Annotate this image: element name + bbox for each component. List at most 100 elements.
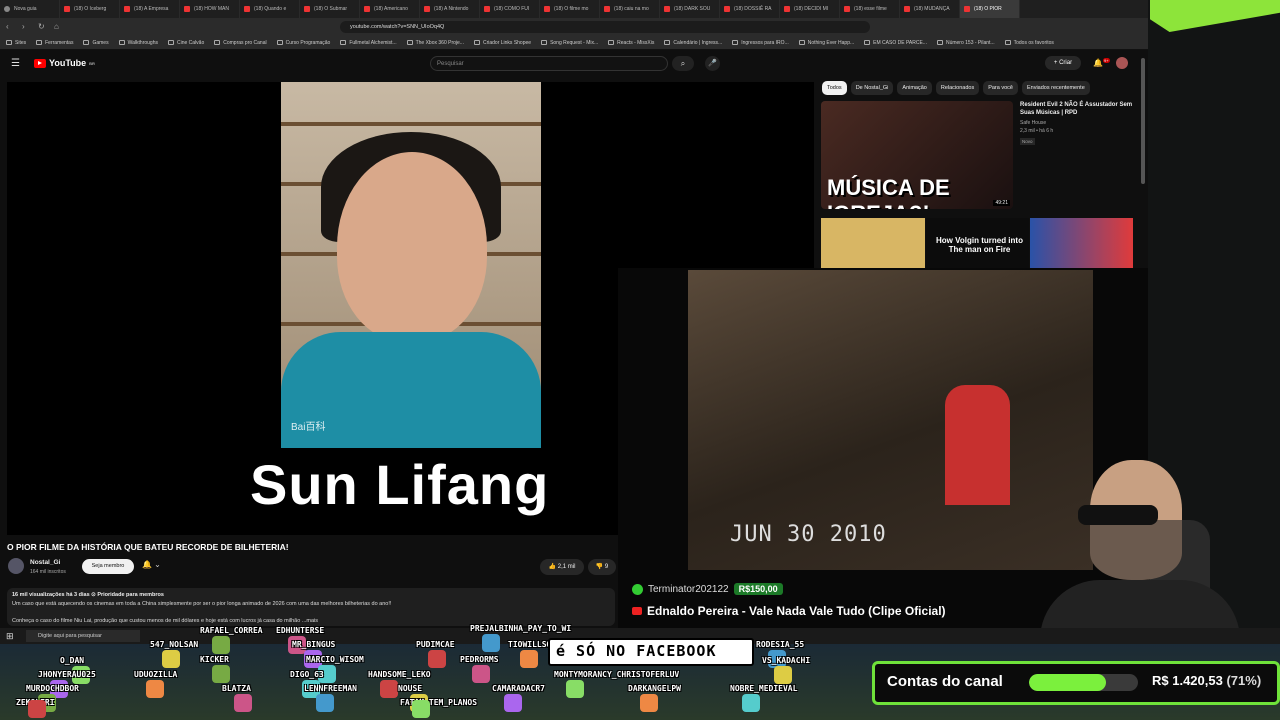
dislike-button[interactable]: 👎 9 <box>588 559 616 575</box>
browser-tab[interactable]: (18) MUDANÇA <box>900 0 960 18</box>
recommended-title-1[interactable]: Resident Evil 2 NÃO É Assustador Sem Sua… <box>1020 101 1138 117</box>
youtube-icon <box>632 607 642 615</box>
chat-nickname: O_DAN <box>60 656 85 665</box>
folder-icon <box>36 40 43 45</box>
filter-chip[interactable]: Todos <box>822 81 847 95</box>
hamburger-menu-icon[interactable]: ☰ <box>11 58 20 69</box>
chat-avatar-sprite <box>380 680 398 698</box>
page-scrollbar[interactable] <box>1141 58 1145 184</box>
browser-tab[interactable]: (18) HOW MAN <box>180 0 240 18</box>
filter-chip[interactable]: Animação <box>897 81 932 95</box>
like-button[interactable]: 👍 2,1 mil <box>540 559 584 575</box>
chat-nickname: PEDRORMS <box>460 655 499 664</box>
bookmark-item[interactable]: Número 153 - Pilant... <box>936 40 995 46</box>
recommended-thumbnail-4[interactable] <box>1030 218 1133 270</box>
join-button[interactable]: Seja membro <box>82 559 134 574</box>
folder-icon <box>1004 40 1011 45</box>
clip-date-stamp: JUN 30 2010 <box>730 522 887 547</box>
bookmark-item[interactable]: Ferramentas <box>36 40 73 46</box>
bookmark-label: EM CASO DE PARCE... <box>873 39 927 46</box>
reload-icon[interactable]: ↻ <box>38 23 46 31</box>
bookmark-item[interactable]: Calendário | Ingress... <box>664 40 722 46</box>
browser-tab[interactable]: (18) Quando e <box>240 0 300 18</box>
chat-avatar-sprite <box>472 665 490 683</box>
song-title: Ednaldo Pereira - Vale Nada Vale Tudo (C… <box>647 604 946 618</box>
browser-tab[interactable]: (18) O filme mo <box>540 0 600 18</box>
browser-tab[interactable]: (18) DOSSIÊ RA <box>720 0 780 18</box>
back-icon[interactable]: ‹ <box>6 23 14 31</box>
account-avatar[interactable] <box>1116 57 1128 69</box>
browser-tab[interactable]: (18) O Submar <box>300 0 360 18</box>
browser-tab[interactable]: (18) A Nintendo <box>420 0 480 18</box>
notifications-bell-icon[interactable]: 🔔9+ <box>1093 58 1110 68</box>
channel-name[interactable]: Nostal_Gi <box>30 559 60 566</box>
subscribe-bell-icon[interactable]: 🔔 ⌄ <box>142 560 161 569</box>
windows-start-icon[interactable]: ⊞ <box>6 631 14 642</box>
browser-tab[interactable]: (18) caiu na mo <box>600 0 660 18</box>
bookmark-item[interactable]: Ingressos para IRO... <box>732 40 789 46</box>
tab-favicon-icon <box>424 6 430 12</box>
filter-chip[interactable]: De Nostal_Gi <box>850 81 894 95</box>
bookmark-label: Song Request - Mix... <box>550 39 599 46</box>
youtube-logo[interactable]: YouTube BR <box>34 58 95 68</box>
bookmark-item[interactable]: Reacts - MissXis <box>608 40 654 46</box>
channel-subscribers: 164 mil inscritos <box>30 569 66 575</box>
browser-tab[interactable]: (18) A Empresa <box>120 0 180 18</box>
bookmark-item[interactable]: Song Request - Mix... <box>541 40 598 46</box>
bookmark-item[interactable]: Curso Programação <box>276 40 330 46</box>
browser-tab[interactable]: (18) COMO FUI <box>480 0 540 18</box>
folder-icon <box>936 40 943 45</box>
browser-tab[interactable]: (18) Americano <box>360 0 420 18</box>
chat-nickname: EDHUNTERSE <box>276 626 325 635</box>
filter-chip[interactable]: Enviados recentemente <box>1021 81 1090 95</box>
folder-icon <box>732 40 739 45</box>
folder-icon <box>473 40 480 45</box>
bookmark-item[interactable]: Sites <box>6 40 26 46</box>
browser-tab[interactable]: (18) O PIOR <box>960 0 1020 18</box>
recommended-thumbnail-3[interactable]: How Volgin turned into The man on Fire <box>926 218 1029 270</box>
bookmark-item[interactable]: Walkthroughs <box>118 40 158 46</box>
bookmark-item[interactable]: The Xbox 360 Proje... <box>406 40 464 46</box>
tab-favicon-icon <box>64 6 70 12</box>
bookmark-item[interactable]: EM CASO DE PARCE... <box>864 40 927 46</box>
url-field[interactable]: youtube.com/watch?v=SNN_UIoOq4Q <box>340 21 870 33</box>
home-icon[interactable]: ⌂ <box>54 23 62 31</box>
chat-nickname: HANDSOME_LEKO <box>368 670 431 679</box>
bookmark-label: Nothing Ever Happ... <box>807 39 855 46</box>
forward-icon[interactable]: › <box>22 23 30 31</box>
chat-nickname: MONTYMORANCY_CHRISTOFERLUV <box>554 670 680 679</box>
recommended-thumbnail-1[interactable]: MÚSICA DE IGREJA?! 49:21 <box>821 101 1013 209</box>
browser-tab[interactable]: Nova guia <box>0 0 60 18</box>
chat-avatar-sprite <box>162 650 180 668</box>
tab-favicon-icon <box>904 6 910 12</box>
bookmark-item[interactable]: Cine Calvão <box>167 40 204 46</box>
bookmark-item[interactable]: Games <box>83 40 109 46</box>
filter-chip[interactable]: Para você <box>983 81 1018 95</box>
create-button[interactable]: + Criar <box>1045 56 1081 70</box>
bookmark-item[interactable]: Nothing Ever Happ... <box>798 39 855 46</box>
tab-favicon-icon <box>364 6 370 12</box>
recommended-channel-1[interactable]: Safe House <box>1020 120 1046 126</box>
microphone-icon[interactable]: 🎤 <box>705 56 720 71</box>
browser-tab[interactable]: (18) esse filme <box>840 0 900 18</box>
tab-label: (18) A Nintendo <box>434 6 469 12</box>
bookmark-label: Sites <box>15 39 27 46</box>
youtube-play-icon <box>34 58 46 68</box>
bookmark-item[interactable]: Compras pro Canal <box>214 40 267 46</box>
tab-favicon-icon <box>724 6 730 12</box>
recommended-thumbnail-2[interactable] <box>821 218 925 270</box>
filter-chip[interactable]: Relacionados <box>935 81 980 95</box>
tab-label: (18) O PIOR <box>974 6 1002 12</box>
chat-nickname: MR_BINGUS <box>292 640 336 649</box>
browser-tab[interactable]: (18) O Iceberg <box>60 0 120 18</box>
bookmark-item[interactable]: Fullmetal Alchemist... <box>340 40 397 46</box>
browser-tab[interactable]: (18) DARK SOU <box>660 0 720 18</box>
search-icon[interactable]: ⌕ <box>672 56 694 71</box>
bookmark-item[interactable]: Todos os favoritos <box>1004 40 1054 46</box>
search-input[interactable]: Pesquisar <box>430 56 668 71</box>
channel-avatar[interactable] <box>8 558 24 574</box>
browser-tab[interactable]: (18) DECIDI MI <box>780 0 840 18</box>
taskbar-search-input[interactable]: Digite aqui para pesquisar <box>26 630 140 642</box>
streamer-sunglasses <box>1078 505 1158 525</box>
bookmark-item[interactable]: Criador Links Shopee <box>473 40 531 46</box>
